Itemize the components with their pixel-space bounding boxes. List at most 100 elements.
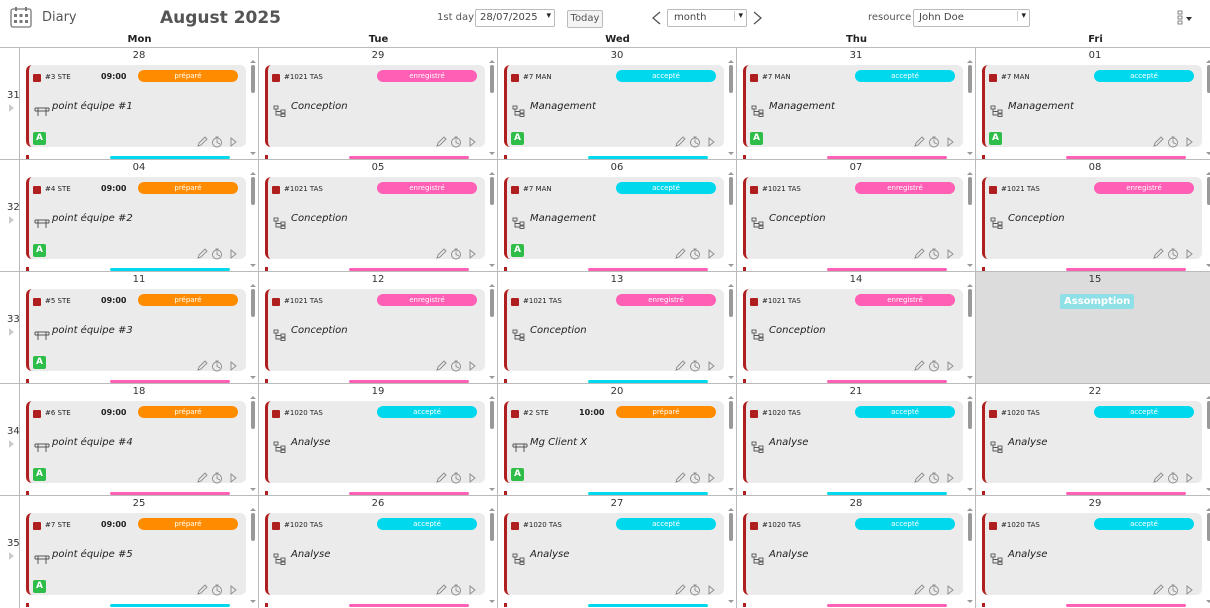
edit-icon[interactable]	[197, 360, 208, 371]
scroll-up-icon[interactable]	[1206, 172, 1210, 175]
scroll-up-icon[interactable]	[489, 508, 495, 511]
scroll-up-icon[interactable]	[967, 508, 973, 511]
scroll-up-icon[interactable]	[967, 172, 973, 175]
timer-icon[interactable]	[212, 584, 222, 596]
day-cell[interactable]: 28 #3 STE 09:00 préparé point équipe #1 A	[20, 48, 259, 160]
scrollbar[interactable]	[729, 401, 733, 429]
day-cell[interactable]: 11 #5 STE 09:00 préparé point équipe #3 A	[20, 272, 259, 384]
scroll-up-icon[interactable]	[1206, 396, 1210, 399]
event-card[interactable]: #1021 TAS enregistré Conception	[504, 289, 724, 372]
event-card[interactable]: #1021 TAS enregistré Conception	[265, 65, 485, 148]
scroll-up-icon[interactable]	[489, 60, 495, 63]
scrollbar[interactable]	[968, 401, 972, 429]
resource-select[interactable]: John Doe ▾	[913, 9, 1030, 27]
day-cell[interactable]: 20 #2 STE 10:00 préparé Mg Client X A	[498, 384, 737, 496]
scroll-down-icon[interactable]	[967, 488, 973, 491]
expand-icon[interactable]	[230, 137, 237, 147]
day-cell[interactable]: 01 #7 MAN accepté Management A	[976, 48, 1210, 160]
scrollbar[interactable]	[729, 177, 733, 205]
expand-icon[interactable]	[1186, 137, 1193, 147]
timer-icon[interactable]	[451, 136, 461, 148]
scroll-up-icon[interactable]	[1206, 508, 1210, 511]
next-event-status-strip[interactable]	[827, 604, 947, 607]
week-number[interactable]: 31	[0, 48, 20, 160]
event-card[interactable]: #7 MAN accepté Management A	[504, 177, 724, 260]
chevron-down-icon[interactable]: ▾	[734, 11, 743, 21]
previous-icon[interactable]	[650, 10, 662, 26]
timer-icon[interactable]	[690, 584, 700, 596]
day-cell[interactable]: 04 #4 STE 09:00 préparé point équipe #2 A	[20, 160, 259, 272]
scrollbar[interactable]	[968, 65, 972, 93]
edit-icon[interactable]	[197, 136, 208, 147]
scrollbar[interactable]	[490, 177, 494, 205]
scroll-up-icon[interactable]	[728, 508, 734, 511]
day-cell[interactable]: 05 #1021 TAS enregistré Conception	[259, 160, 498, 272]
timer-icon[interactable]	[1168, 248, 1178, 260]
chevron-down-icon[interactable]: ▾	[1017, 11, 1026, 21]
week-number[interactable]: 33	[0, 272, 20, 384]
scroll-down-icon[interactable]	[489, 264, 495, 267]
scrollbar[interactable]	[251, 177, 255, 205]
timer-icon[interactable]	[690, 248, 700, 260]
edit-icon[interactable]	[1153, 584, 1164, 595]
scroll-down-icon[interactable]	[1206, 488, 1210, 491]
next-event-status-strip[interactable]	[588, 604, 708, 607]
day-cell[interactable]: 25 #7 STE 09:00 préparé point équipe #5 A	[20, 496, 259, 608]
scroll-down-icon[interactable]	[1206, 600, 1210, 603]
edit-icon[interactable]	[436, 472, 447, 483]
view-select[interactable]: month ▾	[667, 9, 747, 27]
expand-week-icon[interactable]	[9, 104, 14, 112]
timer-icon[interactable]	[690, 360, 700, 372]
scrollbar[interactable]	[729, 65, 733, 93]
expand-icon[interactable]	[947, 249, 954, 259]
scroll-down-icon[interactable]	[1206, 152, 1210, 155]
scroll-up-icon[interactable]	[250, 284, 256, 287]
scroll-up-icon[interactable]	[967, 284, 973, 287]
timer-icon[interactable]	[690, 136, 700, 148]
expand-icon[interactable]	[947, 585, 954, 595]
scroll-down-icon[interactable]	[728, 376, 734, 379]
expand-icon[interactable]	[469, 137, 476, 147]
calendar-icon[interactable]	[10, 6, 32, 28]
event-card[interactable]: #1020 TAS accepté Analyse	[265, 513, 485, 596]
event-card[interactable]: #1020 TAS accepté Analyse	[982, 401, 1202, 484]
event-card[interactable]: #1021 TAS enregistré Conception	[982, 177, 1202, 260]
scroll-up-icon[interactable]	[728, 284, 734, 287]
expand-icon[interactable]	[947, 137, 954, 147]
edit-icon[interactable]	[436, 584, 447, 595]
first-day-date-input[interactable]: 28/07/2025 ▾	[475, 9, 555, 27]
expand-icon[interactable]	[708, 473, 715, 483]
scrollbar[interactable]	[490, 401, 494, 429]
timer-icon[interactable]	[212, 248, 222, 260]
event-card[interactable]: #1020 TAS accepté Analyse	[504, 513, 724, 596]
day-cell[interactable]: 29 #1021 TAS enregistré Conception	[259, 48, 498, 160]
timer-icon[interactable]	[1168, 472, 1178, 484]
day-cell[interactable]: 26 #1020 TAS accepté Analyse	[259, 496, 498, 608]
scroll-up-icon[interactable]	[967, 396, 973, 399]
edit-icon[interactable]	[914, 136, 925, 147]
edit-icon[interactable]	[436, 136, 447, 147]
scroll-up-icon[interactable]	[250, 508, 256, 511]
event-card[interactable]: #7 MAN accepté Management A	[743, 65, 963, 148]
scroll-down-icon[interactable]	[967, 152, 973, 155]
day-cell[interactable]: 31 #7 MAN accepté Management A	[737, 48, 976, 160]
event-card[interactable]: #7 MAN accepté Management A	[982, 65, 1202, 148]
expand-week-icon[interactable]	[9, 440, 14, 448]
next-event-status-strip[interactable]	[1066, 604, 1186, 607]
edit-icon[interactable]	[436, 360, 447, 371]
expand-icon[interactable]	[469, 473, 476, 483]
expand-icon[interactable]	[469, 585, 476, 595]
event-card[interactable]: #7 STE 09:00 préparé point équipe #5 A	[26, 513, 246, 596]
scrollbar[interactable]	[729, 289, 733, 317]
week-number[interactable]: 34	[0, 384, 20, 496]
timer-icon[interactable]	[1168, 584, 1178, 596]
scroll-up-icon[interactable]	[728, 396, 734, 399]
expand-icon[interactable]	[469, 361, 476, 371]
timer-icon[interactable]	[929, 136, 939, 148]
scrollbar[interactable]	[968, 289, 972, 317]
edit-icon[interactable]	[675, 472, 686, 483]
day-cell[interactable]: 12 #1021 TAS enregistré Conception	[259, 272, 498, 384]
timer-icon[interactable]	[451, 584, 461, 596]
day-cell[interactable]: 13 #1021 TAS enregistré Conception	[498, 272, 737, 384]
expand-icon[interactable]	[230, 473, 237, 483]
